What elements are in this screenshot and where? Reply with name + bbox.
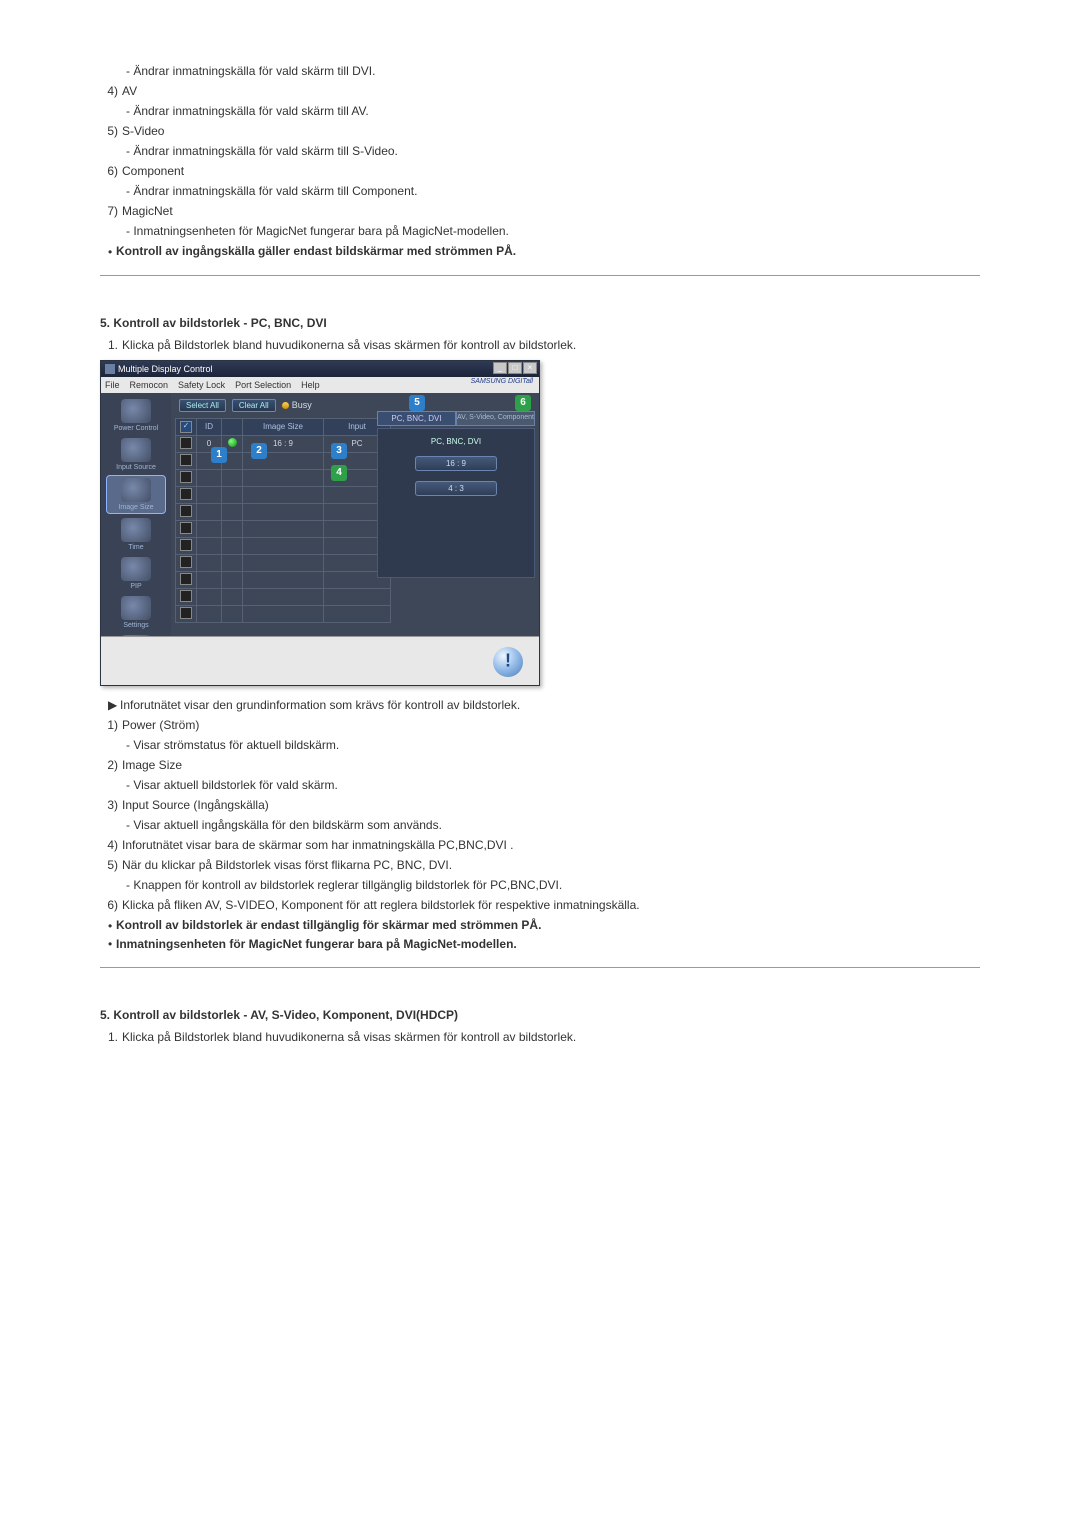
list-item: 4)AV: [100, 82, 980, 100]
document-body: - Ändrar inmatningskälla för vald skärm …: [0, 0, 1080, 1148]
close-button[interactable]: ×: [523, 362, 537, 374]
table-row[interactable]: [176, 503, 391, 520]
checkbox-header[interactable]: [180, 421, 192, 433]
item-desc: - Ändrar inmatningskälla för vald skärm …: [126, 142, 980, 160]
item-desc: - Visar aktuell bildstorlek för vald skä…: [126, 776, 980, 794]
list-item: 5)När du klickar på Bildstorlek visas fö…: [100, 856, 980, 874]
tab-pc-bnc-dvi[interactable]: PC, BNC, DVI: [377, 411, 456, 426]
sidebar-item-image-size[interactable]: Image Size: [106, 475, 166, 514]
step-item: 1.Klicka på Bildstorlek bland huvudikone…: [100, 1028, 980, 1046]
list-item: 6)Component: [100, 162, 980, 180]
col-image-size: Image Size: [243, 418, 324, 435]
section-title: 5. Kontroll av bildstorlek - PC, BNC, DV…: [100, 316, 980, 330]
item-desc: - Visar aktuell ingångskälla för den bil…: [126, 816, 980, 834]
list-item: 5)S-Video: [100, 122, 980, 140]
menu-item[interactable]: Port Selection: [235, 380, 291, 390]
sidebar-item-time[interactable]: Time: [107, 516, 165, 553]
arrow-item: ▶Inforutnätet visar den grundinformation…: [108, 698, 980, 712]
item-desc: - Inmatningsenheten för MagicNet fungera…: [126, 222, 980, 240]
callout-1: 1: [211, 447, 227, 463]
item-desc: - Knappen för kontroll av bildstorlek re…: [126, 876, 980, 894]
divider: [100, 275, 980, 276]
screenshot-app-window: Multiple Display Control _ □ × File Remo…: [100, 360, 540, 686]
table-row[interactable]: [176, 571, 391, 588]
menu-item[interactable]: Help: [301, 380, 320, 390]
table-row[interactable]: [176, 588, 391, 605]
window-title: Multiple Display Control: [118, 364, 213, 374]
panel-heading: PC, BNC, DVI: [431, 437, 481, 446]
divider: [100, 967, 980, 968]
table-row[interactable]: [176, 537, 391, 554]
image-size-icon: [121, 478, 151, 502]
list-item: 1)Power (Ström): [100, 716, 980, 734]
right-panel: 5 6 PC, BNC, DVI AV, S-Video, Component …: [377, 397, 535, 578]
sidebar-item-pip[interactable]: PIP: [107, 555, 165, 592]
callout-2: 2: [251, 443, 267, 459]
settings-icon: [121, 596, 151, 620]
table-row[interactable]: [176, 520, 391, 537]
time-icon: [121, 518, 151, 542]
bullet-item: •Inmatningsenheten för MagicNet fungerar…: [108, 937, 980, 952]
bullet-item: •Kontroll av ingångskälla gäller endast …: [108, 244, 980, 259]
table-row[interactable]: 0 16 : 9 PC: [176, 435, 391, 452]
table-row[interactable]: [176, 469, 391, 486]
input-icon: [121, 438, 151, 462]
row-checkbox[interactable]: [180, 437, 192, 449]
step-item: 1.Klicka på Bildstorlek bland huvudikone…: [100, 336, 980, 354]
menu-item[interactable]: Safety Lock: [178, 380, 225, 390]
table-row[interactable]: [176, 486, 391, 503]
menu-item[interactable]: File: [105, 380, 120, 390]
section-title: 5. Kontroll av bildstorlek - AV, S-Video…: [100, 1008, 980, 1022]
pip-icon: [121, 557, 151, 581]
callout-3: 3: [331, 443, 347, 459]
aspect-4-3-button[interactable]: 4 : 3: [415, 481, 497, 496]
aspect-16-9-button[interactable]: 16 : 9: [415, 456, 497, 471]
callout-6: 6: [515, 395, 531, 411]
status-bar: [101, 636, 539, 685]
window-titlebar: Multiple Display Control _ □ ×: [101, 361, 539, 377]
sidebar-item-power-control[interactable]: Power Control: [107, 397, 165, 434]
power-on-icon: [228, 438, 237, 447]
callout-4: 4: [331, 465, 347, 481]
list-item: 2)Image Size: [100, 756, 980, 774]
sidebar-item-input-source[interactable]: Input Source: [107, 436, 165, 473]
item-desc: - Ändrar inmatningskälla för vald skärm …: [126, 102, 980, 120]
info-icon: [493, 647, 523, 677]
app-icon: [105, 364, 115, 374]
list-item: 6)Klicka på fliken AV, S-VIDEO, Komponen…: [100, 896, 980, 914]
list-item: 4)Inforutnätet visar bara de skärmar som…: [100, 836, 980, 854]
window-controls[interactable]: _ □ ×: [493, 362, 537, 374]
brand-logo: SAMSUNG DIGITall: [471, 378, 533, 385]
sidebar-item-settings[interactable]: Settings: [107, 594, 165, 631]
list-item: 7)MagicNet: [100, 202, 980, 220]
item-desc: - Visar strömstatus för aktuell bildskär…: [126, 736, 980, 754]
item-desc: - Ändrar inmatningskälla för vald skärm …: [126, 182, 980, 200]
busy-icon: [282, 402, 289, 409]
select-all-button[interactable]: Select All: [179, 399, 226, 412]
item-desc: - Ändrar inmatningskälla för vald skärm …: [126, 62, 980, 80]
list-item: 3)Input Source (Ingångskälla): [100, 796, 980, 814]
table-row[interactable]: [176, 554, 391, 571]
col-id: ID: [197, 418, 222, 435]
display-grid: ID Image Size Input 0 16 : 9 PC: [175, 418, 391, 623]
table-row[interactable]: [176, 452, 391, 469]
tab-av-svideo-component[interactable]: AV, S-Video, Component: [456, 411, 535, 426]
minimize-button[interactable]: _: [493, 362, 507, 374]
panel-box: PC, BNC, DVI 16 : 9 4 : 3: [377, 428, 535, 578]
clear-all-button[interactable]: Clear All: [232, 399, 276, 412]
callout-5: 5: [409, 395, 425, 411]
power-icon: [121, 399, 151, 423]
maximize-button[interactable]: □: [508, 362, 522, 374]
busy-indicator: Busy: [282, 400, 312, 410]
menu-item[interactable]: Remocon: [130, 380, 169, 390]
table-row[interactable]: [176, 605, 391, 622]
bullet-item: •Kontroll av bildstorlek är endast tillg…: [108, 918, 980, 933]
